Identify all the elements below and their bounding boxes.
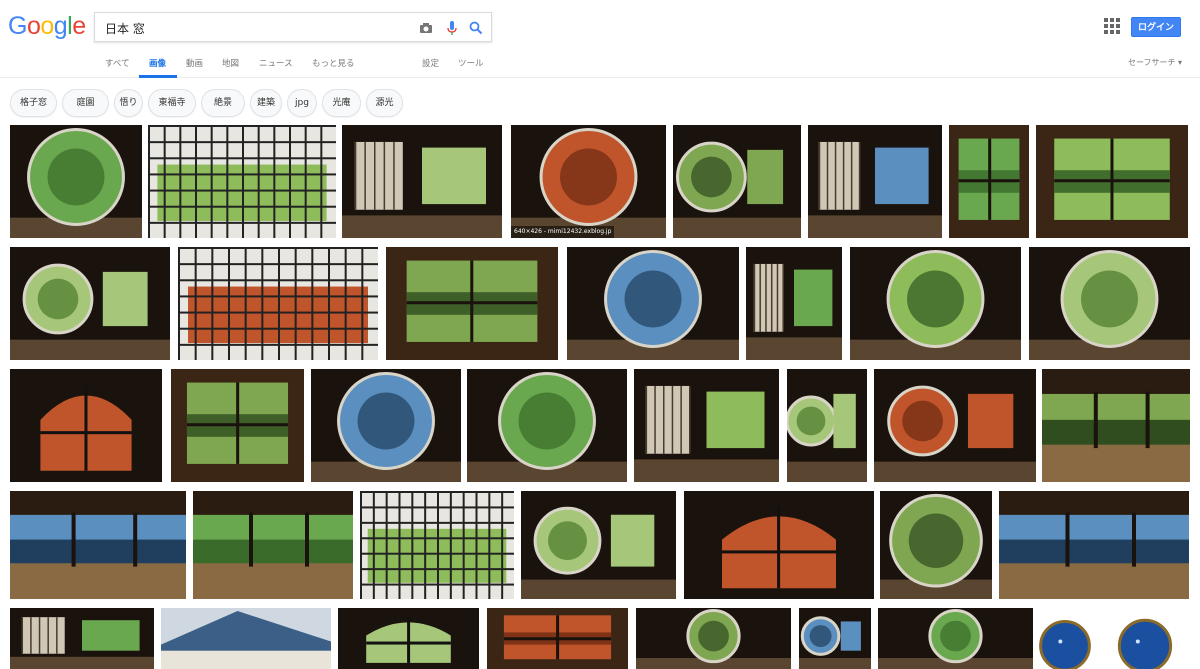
google-logo[interactable]: Google — [8, 12, 86, 41]
image-result-25[interactable] — [360, 491, 514, 599]
apps-dot — [1110, 30, 1114, 34]
apps-dot — [1110, 24, 1114, 28]
image-result-2[interactable] — [342, 125, 502, 238]
image-result-36[interactable] — [878, 608, 1033, 669]
active-tab-indicator — [139, 75, 177, 78]
apps-dot — [1110, 18, 1114, 22]
image-result-38[interactable] — [1100, 608, 1190, 669]
image-result-23[interactable] — [10, 491, 186, 599]
chip-5[interactable]: 建築 — [250, 89, 282, 117]
logo-letter: o — [26, 12, 41, 40]
mic-icon[interactable] — [443, 19, 461, 37]
image-result-35[interactable] — [799, 608, 871, 669]
image-result-10[interactable] — [386, 247, 558, 360]
image-result-28[interactable] — [880, 491, 992, 599]
image-result-14[interactable] — [1029, 247, 1190, 360]
logo-letter: G — [8, 12, 27, 40]
tab-0[interactable]: すべて — [105, 57, 130, 69]
image-result-6[interactable] — [949, 125, 1029, 238]
apps-dot — [1104, 18, 1108, 22]
image-result-21[interactable] — [874, 369, 1036, 482]
image-result-18[interactable] — [467, 369, 627, 482]
image-result-37[interactable] — [1036, 608, 1094, 669]
image-result-7[interactable] — [1036, 125, 1188, 238]
image-result-31[interactable] — [161, 608, 331, 669]
image-result-30[interactable] — [10, 608, 154, 669]
image-result-12[interactable] — [746, 247, 842, 360]
image-result-33[interactable] — [487, 608, 628, 669]
logo-letter: g — [53, 12, 68, 40]
image-result-16[interactable] — [171, 369, 304, 482]
image-result-17[interactable] — [311, 369, 461, 482]
search-box — [94, 12, 492, 42]
chip-0[interactable]: 格子窓 — [10, 89, 57, 117]
logo-letter: e — [72, 12, 86, 40]
apps-dot — [1116, 24, 1120, 28]
chip-3[interactable]: 東福寺 — [148, 89, 196, 117]
camera-icon[interactable] — [417, 19, 435, 37]
apps-grid-icon[interactable] — [1104, 18, 1120, 34]
image-result-13[interactable] — [850, 247, 1021, 360]
image-result-11[interactable] — [567, 247, 739, 360]
tab-5[interactable]: もっと見る — [312, 57, 355, 69]
image-result-5[interactable] — [808, 125, 942, 238]
chip-8[interactable]: 源光 — [366, 89, 403, 117]
tab-2[interactable]: 動画 — [186, 57, 203, 69]
tab-4[interactable]: ニュース — [259, 57, 293, 69]
image-result-0[interactable] — [10, 125, 142, 238]
image-result-20[interactable] — [787, 369, 867, 482]
image-result-8[interactable] — [10, 247, 170, 360]
image-result-9[interactable] — [178, 247, 378, 360]
chip-2[interactable]: 悟り — [114, 89, 143, 117]
image-result-29[interactable] — [999, 491, 1189, 599]
apps-dot — [1116, 18, 1120, 22]
search-icon[interactable] — [467, 19, 485, 37]
search-input[interactable] — [105, 18, 405, 38]
logo-letter: o — [40, 12, 54, 40]
chip-4[interactable]: 絶景 — [201, 89, 245, 117]
image-result-32[interactable] — [338, 608, 479, 669]
tab-3[interactable]: 地図 — [222, 57, 239, 69]
image-result-3[interactable]: 640×426 - mimi12432.exblog.jp — [511, 125, 666, 238]
image-result-26[interactable] — [521, 491, 676, 599]
apps-dot — [1104, 24, 1108, 28]
image-result-27[interactable] — [684, 491, 874, 599]
safesearch-menu[interactable]: セーフサーチ ▾ — [1128, 57, 1182, 68]
chip-1[interactable]: 庭園 — [62, 89, 109, 117]
apps-dot — [1116, 30, 1120, 34]
tab-6[interactable]: 設定 — [422, 57, 439, 69]
chip-6[interactable]: jpg — [287, 89, 317, 117]
image-result-34[interactable] — [636, 608, 791, 669]
chip-7[interactable]: 光庵 — [322, 89, 361, 117]
image-caption: 640×426 - mimi12432.exblog.jp — [511, 226, 615, 238]
tab-1[interactable]: 画像 — [149, 57, 166, 69]
tab-7[interactable]: ツール — [458, 57, 484, 69]
image-result-1[interactable] — [148, 125, 336, 238]
image-result-19[interactable] — [634, 369, 779, 482]
login-button[interactable]: ログイン — [1131, 17, 1181, 37]
apps-dot — [1104, 30, 1108, 34]
image-result-24[interactable] — [193, 491, 353, 599]
image-result-4[interactable] — [673, 125, 801, 238]
header: Google ログイン すべて 画像 動画 地図 ニュース もっと見る 設定 ツール セーフサ… — [0, 0, 1200, 78]
image-result-15[interactable] — [10, 369, 162, 482]
image-result-22[interactable] — [1042, 369, 1190, 482]
